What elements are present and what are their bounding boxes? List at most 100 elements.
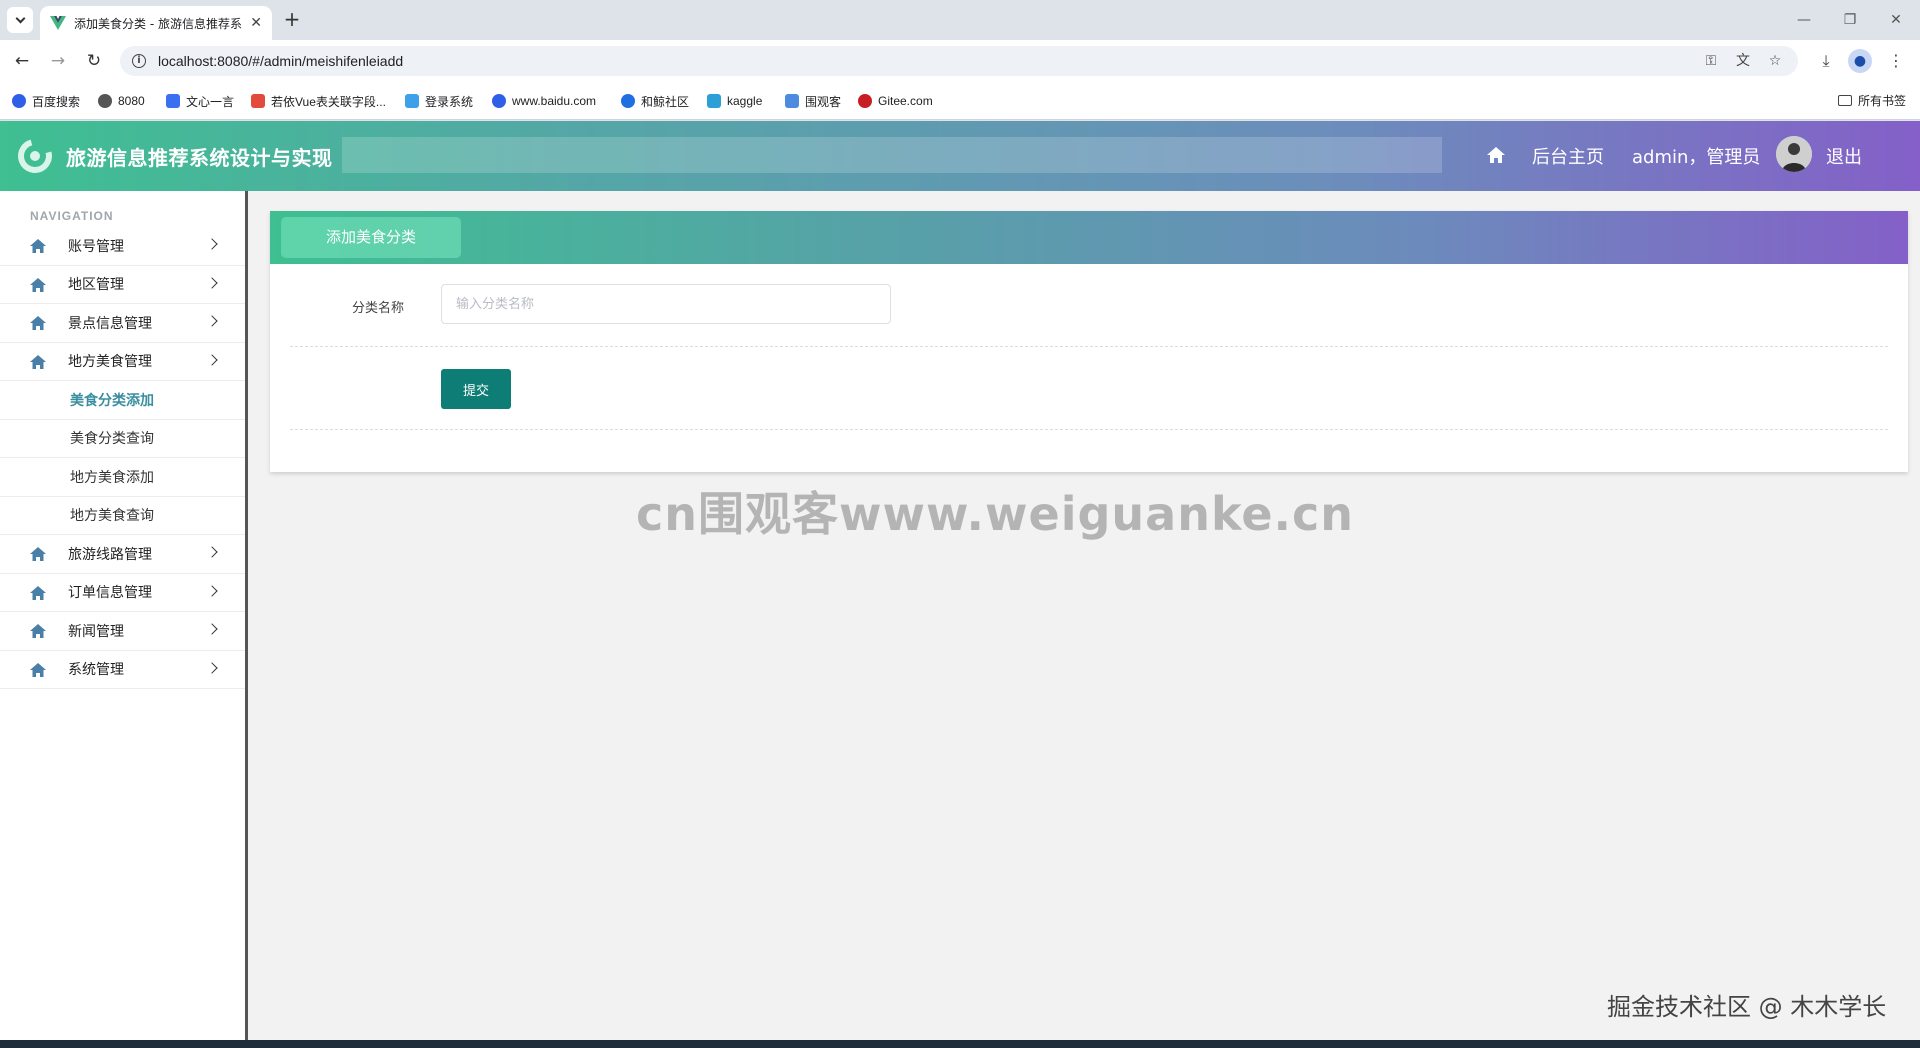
- sidebar-subitem-local-food-query[interactable]: 地方美食查询: [0, 497, 245, 535]
- bookmark-item[interactable]: 登录系统: [405, 92, 473, 110]
- bookmark-item[interactable]: 8080: [98, 92, 145, 110]
- restore-button[interactable]: ❐: [1838, 8, 1862, 32]
- csdn-icon: [251, 94, 265, 108]
- home-icon: [30, 624, 46, 638]
- browser-toolbar: ← → ↻ i localhost:8080/#/admin/meishifen…: [0, 40, 1920, 82]
- logout-link[interactable]: 退出: [1826, 143, 1862, 169]
- sidebar-item-label: 旅游线路管理: [68, 546, 152, 563]
- sidebar-item-regions[interactable]: 地区管理: [0, 266, 245, 304]
- close-tab-icon[interactable]: ✕: [250, 15, 262, 31]
- globe-icon: [98, 94, 112, 108]
- download-icon[interactable]: ⤓: [1814, 49, 1838, 73]
- sidebar-item-orders[interactable]: 订单信息管理: [0, 574, 245, 612]
- profile-avatar-icon[interactable]: ●: [1848, 49, 1872, 73]
- address-url[interactable]: localhost:8080/#/admin/meishifenleiadd: [158, 53, 1690, 69]
- chevron-right-icon: [206, 353, 218, 366]
- wenxin-icon: [166, 94, 180, 108]
- user-avatar[interactable]: [1776, 136, 1812, 172]
- browser-tabstrip: 添加美食分类 - 旅游信息推荐系 ✕ + — ❐ ✕: [0, 0, 1920, 40]
- tab-search-button[interactable]: [7, 7, 33, 33]
- form-row-category-name: 分类名称: [290, 264, 1888, 347]
- sidebar-subitem-label: 地方美食查询: [70, 508, 154, 525]
- chevron-right-icon: [206, 623, 218, 635]
- chevron-right-icon: [206, 546, 218, 558]
- reload-icon[interactable]: ↻: [82, 49, 106, 73]
- bookmark-item[interactable]: 文心一言: [166, 92, 234, 110]
- watermark-text: cn围观客www.weiguanke.cn: [636, 487, 1355, 541]
- bookmark-item[interactable]: kaggle: [707, 92, 762, 110]
- bookmark-item[interactable]: 围观客: [785, 92, 841, 110]
- back-arrow-icon[interactable]: ←: [10, 49, 34, 73]
- person-icon: [1776, 136, 1812, 172]
- browser-tab-active[interactable]: 添加美食分类 - 旅游信息推荐系 ✕: [40, 6, 272, 40]
- home-icon[interactable]: [1486, 145, 1506, 165]
- sidebar-item-label: 账号管理: [68, 238, 124, 255]
- baidu-paw-icon: [12, 94, 26, 108]
- panel-title-tab[interactable]: 添加美食分类: [281, 217, 461, 258]
- sidebar-subitem-local-food-add[interactable]: 地方美食添加: [0, 458, 245, 497]
- chevron-right-icon: [206, 238, 218, 250]
- home-icon: [30, 277, 46, 292]
- login-system-icon: [405, 94, 419, 108]
- new-tab-button[interactable]: +: [280, 8, 304, 32]
- gitee-icon: [858, 94, 872, 108]
- address-bar[interactable]: i localhost:8080/#/admin/meishifenleiadd…: [120, 46, 1798, 76]
- home-icon: [30, 662, 46, 677]
- forward-arrow-icon[interactable]: →: [46, 49, 70, 73]
- header-decor-bar: [342, 137, 1442, 173]
- close-window-button[interactable]: ✕: [1884, 8, 1908, 32]
- bookmarks-bar: 百度搜索 8080 文心一言 若依Vue表关联字段... 登录系统 www.ba…: [0, 82, 1920, 120]
- bookmark-item[interactable]: 百度搜索: [12, 92, 80, 110]
- chevron-right-icon: [206, 584, 218, 597]
- category-name-input[interactable]: [441, 284, 891, 324]
- admin-home-link[interactable]: 后台主页: [1532, 143, 1604, 169]
- app-title: 旅游信息推荐系统设计与实现: [66, 146, 333, 170]
- tab-title: 添加美食分类 - 旅游信息推荐系: [74, 16, 242, 31]
- sidebar-menu: 账号管理 地区管理 景点信息管理 地方美食管理 美食分类添加 美食分类查询 地方…: [0, 227, 245, 689]
- sidebar-item-routes[interactable]: 旅游线路管理: [0, 535, 245, 574]
- vue-logo-icon: [50, 16, 66, 30]
- form-row-actions: 提交: [290, 347, 1888, 430]
- sidebar-item-local-food[interactable]: 地方美食管理: [0, 343, 245, 381]
- minimize-button[interactable]: —: [1792, 8, 1816, 32]
- nav-caption: NAVIGATION: [30, 209, 114, 223]
- bookmark-item[interactable]: Gitee.com: [858, 92, 933, 110]
- chevron-right-icon: [206, 315, 218, 327]
- weiguanke-icon: [785, 94, 799, 108]
- category-name-label: 分类名称: [352, 301, 405, 316]
- chevron-right-icon: [206, 276, 218, 289]
- bookmark-star-icon[interactable]: ☆: [1764, 50, 1786, 72]
- bookmark-item[interactable]: 和鲸社区: [621, 92, 689, 110]
- sidebar-subitem-label: 美食分类查询: [70, 431, 154, 448]
- logo-dot: [30, 151, 40, 161]
- sidebar-item-accounts[interactable]: 账号管理: [0, 227, 245, 266]
- sidebar-subitem-food-category-query[interactable]: 美食分类查询: [0, 420, 245, 458]
- sidebar-item-news[interactable]: 新闻管理: [0, 612, 245, 651]
- kaggle-icon: [707, 94, 721, 108]
- password-key-icon[interactable]: ⚿: [1700, 50, 1722, 72]
- sidebar-item-label: 系统管理: [68, 662, 124, 679]
- heywhale-icon: [621, 94, 635, 108]
- sidebar-subitem-food-category-add[interactable]: 美食分类添加: [0, 381, 245, 420]
- sidebar: NAVIGATION 账号管理 地区管理 景点信息管理 地方美食管理 美食分类添…: [0, 191, 248, 1040]
- home-icon: [30, 585, 46, 600]
- all-bookmarks-folder[interactable]: 所有书签: [1837, 92, 1906, 109]
- app-viewport: 旅游信息推荐系统设计与实现 后台主页 admin，管理员 退出 NAVIGATI…: [0, 121, 1920, 1040]
- chevron-down-icon: [15, 13, 25, 24]
- sidebar-item-attractions[interactable]: 景点信息管理: [0, 304, 245, 343]
- home-icon: [30, 354, 46, 369]
- translate-icon[interactable]: 文: [1732, 50, 1754, 72]
- current-user-label: admin，管理员: [1632, 147, 1761, 168]
- folder-icon: [1837, 95, 1852, 106]
- sidebar-item-label: 地方美食管理: [68, 354, 152, 371]
- credit-text: 掘金技术社区 @ 木木学长: [1607, 993, 1887, 1021]
- browser-menu-icon[interactable]: ⋮: [1884, 49, 1908, 73]
- bookmark-item[interactable]: 若依Vue表关联字段...: [251, 92, 386, 110]
- sidebar-item-label: 景点信息管理: [68, 315, 152, 332]
- sidebar-subitem-label: 美食分类添加: [70, 392, 154, 409]
- bookmark-item[interactable]: www.baidu.com: [492, 92, 596, 110]
- site-info-icon[interactable]: i: [132, 54, 146, 68]
- submit-button[interactable]: 提交: [441, 369, 511, 409]
- app-header: 旅游信息推荐系统设计与实现 后台主页 admin，管理员 退出: [0, 121, 1920, 191]
- sidebar-item-system[interactable]: 系统管理: [0, 651, 245, 689]
